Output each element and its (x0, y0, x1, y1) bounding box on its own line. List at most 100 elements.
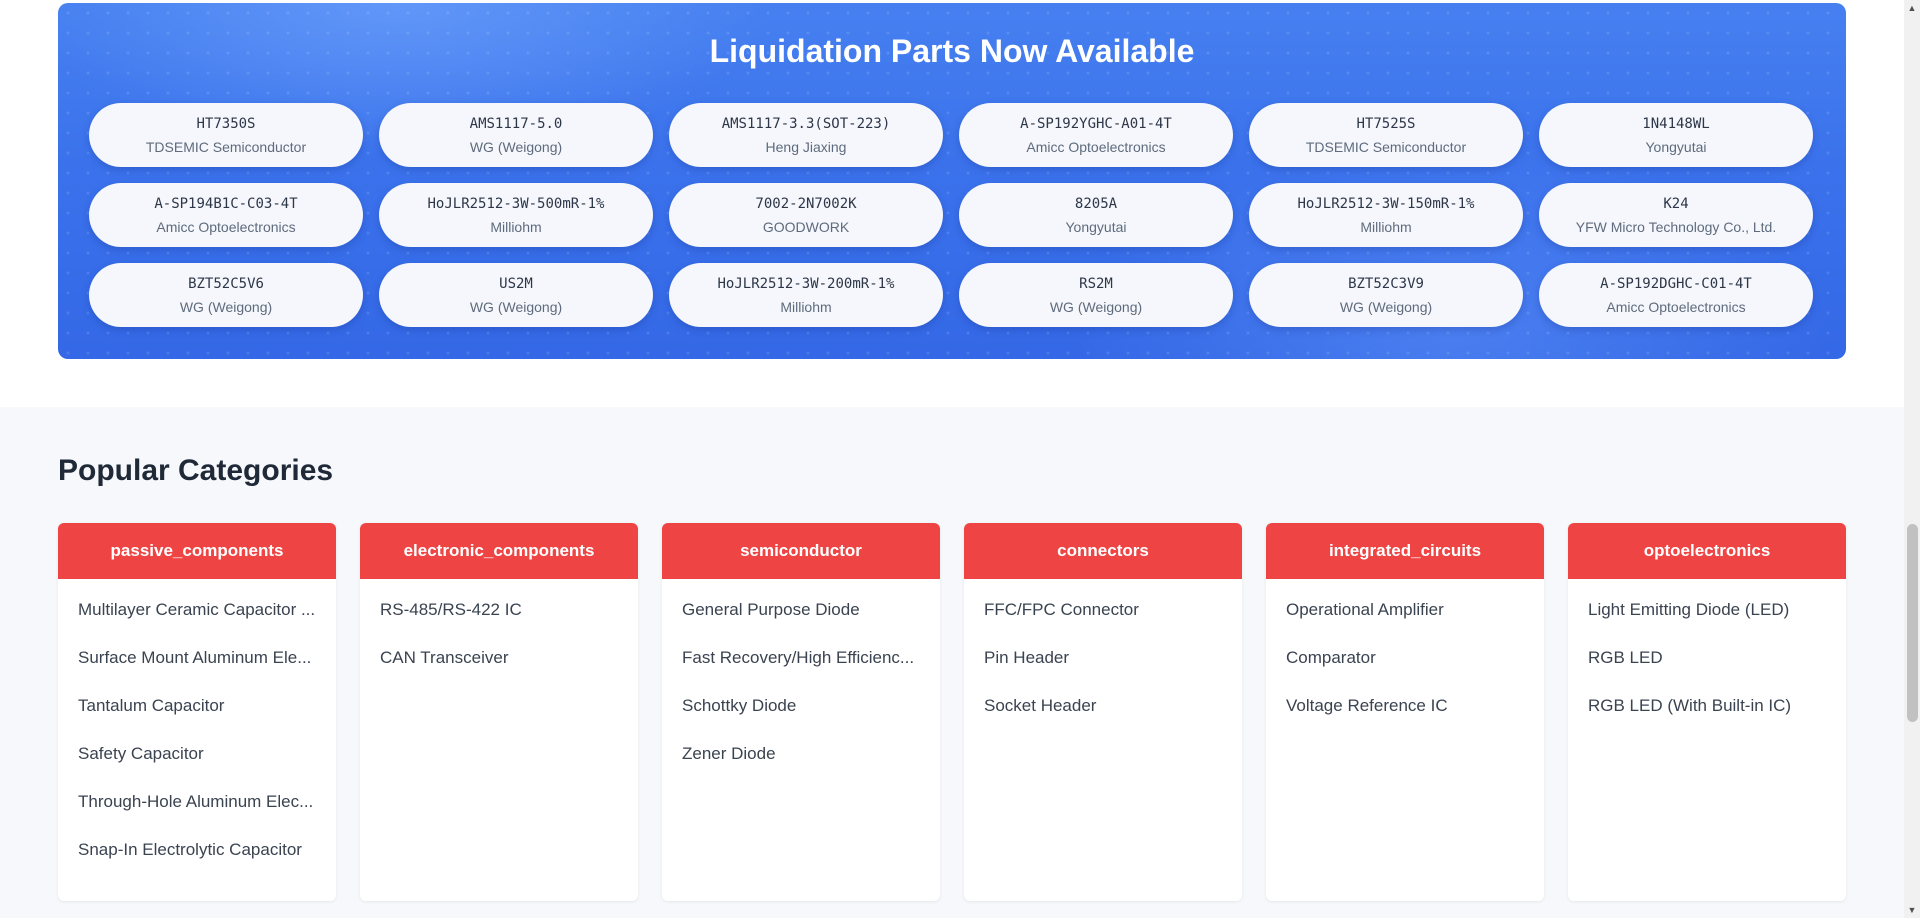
liquidation-part-card[interactable]: 7002-2N7002K GOODWORK (669, 183, 943, 247)
category-header[interactable]: passive_components (58, 523, 336, 579)
category-header[interactable]: integrated_circuits (1266, 523, 1544, 579)
category-card: optoelectronics Light Emitting Diode (LED… (1568, 523, 1846, 901)
liquidation-part-card[interactable]: A-SP192DGHC-C01-4T Amicc Optoelectronics (1539, 263, 1813, 327)
part-number: HoJLR2512-3W-200mR-1% (717, 275, 895, 292)
section-title: Popular Categories (58, 454, 334, 487)
liquidation-part-card[interactable]: 8205A Yongyutai (959, 183, 1233, 247)
part-manufacturer: WG (Weigong) (1339, 298, 1433, 315)
category-item-link[interactable]: FFC/FPC Connector (964, 599, 1242, 621)
liquidation-part-card[interactable]: HT7350S TDSEMIC Semiconductor (89, 103, 363, 167)
part-manufacturer: Amicc Optoelectronics (1026, 138, 1166, 155)
category-item-list: Light Emitting Diode (LED) RGB LED RGB LED… (1568, 579, 1846, 717)
category-item-link[interactable]: General Purpose Diode (662, 599, 940, 621)
scrollbar-thumb[interactable] (1907, 524, 1918, 722)
category-item-link[interactable]: Through-Hole Aluminum Elec... (58, 791, 336, 813)
category-header[interactable]: electronic_components (360, 523, 638, 579)
part-manufacturer: Yongyutai (1065, 218, 1127, 235)
category-item-link[interactable]: RGB LED (1568, 647, 1846, 669)
liquidation-part-card[interactable]: 1N4148WL Yongyutai (1539, 103, 1813, 167)
category-item-link[interactable]: Voltage Reference IC (1266, 695, 1544, 717)
category-item-link[interactable]: Schottky Diode (662, 695, 940, 717)
part-number: HT7525S (1356, 115, 1416, 132)
category-item-link[interactable]: Light Emitting Diode (LED) (1568, 599, 1846, 621)
part-number: A-SP192DGHC-C01-4T (1600, 275, 1752, 292)
popular-categories-section: Popular Categories passive_components Mul… (0, 407, 1904, 918)
part-number: US2M (499, 275, 533, 292)
category-header[interactable]: connectors (964, 523, 1242, 579)
category-item-link[interactable]: Safety Capacitor (58, 743, 336, 765)
liquidation-part-card[interactable]: HoJLR2512-3W-500mR-1% Milliohm (379, 183, 653, 247)
part-manufacturer: Milliohm (1360, 218, 1412, 235)
part-manufacturer: WG (Weigong) (469, 138, 563, 155)
part-manufacturer: Amicc Optoelectronics (1606, 298, 1746, 315)
part-manufacturer: WG (Weigong) (469, 298, 563, 315)
part-number: AMS1117-5.0 (469, 115, 563, 132)
category-item-list: FFC/FPC Connector Pin Header Socket Header (964, 579, 1242, 717)
part-manufacturer: Amicc Optoelectronics (156, 218, 296, 235)
liquidation-part-card[interactable]: US2M WG (Weigong) (379, 263, 653, 327)
liquidation-part-card[interactable]: HT7525S TDSEMIC Semiconductor (1249, 103, 1523, 167)
liquidation-part-card[interactable]: HoJLR2512-3W-200mR-1% Milliohm (669, 263, 943, 327)
category-item-link[interactable]: RGB LED (With Built-in IC) (1568, 695, 1846, 717)
category-item-link[interactable]: CAN Transceiver (360, 647, 638, 669)
part-number: HT7350S (196, 115, 256, 132)
category-card: passive_components Multilayer Ceramic Cap… (58, 523, 336, 901)
scroll-up-icon[interactable]: ▲ (1904, 0, 1920, 16)
liquidation-part-card[interactable]: RS2M WG (Weigong) (959, 263, 1233, 327)
liquidation-part-card[interactable]: BZT52C3V9 WG (Weigong) (1249, 263, 1523, 327)
part-number: K24 (1663, 195, 1689, 212)
category-card: electronic_components RS-485/RS-422 IC CAN… (360, 523, 638, 901)
category-card: connectors FFC/FPC Connector Pin Header Soc… (964, 523, 1242, 901)
liquidation-part-card[interactable]: A-SP194B1C-C03-4T Amicc Optoelectronics (89, 183, 363, 247)
part-manufacturer: WG (Weigong) (179, 298, 273, 315)
part-manufacturer: Milliohm (490, 218, 542, 235)
category-header[interactable]: semiconductor (662, 523, 940, 579)
category-card: semiconductor General Purpose Diode Fast R… (662, 523, 940, 901)
part-manufacturer: Heng Jiaxing (765, 138, 847, 155)
part-number: RS2M (1079, 275, 1113, 292)
liquidation-banner: Liquidation Parts Now Available HT7350S T… (58, 3, 1846, 359)
category-item-list: Multilayer Ceramic Capacitor ... Surface … (58, 579, 336, 861)
part-manufacturer: Yongyutai (1645, 138, 1707, 155)
liquidation-part-card[interactable]: K24 YFW Micro Technology Co., Ltd. (1539, 183, 1813, 247)
category-item-link[interactable]: Pin Header (964, 647, 1242, 669)
liquidation-part-card[interactable]: HoJLR2512-3W-150mR-1% Milliohm (1249, 183, 1523, 247)
category-item-link[interactable]: RS-485/RS-422 IC (360, 599, 638, 621)
liquidation-part-card[interactable]: AMS1117-5.0 WG (Weigong) (379, 103, 653, 167)
liquidation-part-card[interactable]: BZT52C5V6 WG (Weigong) (89, 263, 363, 327)
category-item-list: General Purpose Diode Fast Recovery/High … (662, 579, 940, 765)
category-item-link[interactable]: Fast Recovery/High Efficienc... (662, 647, 940, 669)
category-item-link[interactable]: Operational Amplifier (1266, 599, 1544, 621)
part-number: A-SP194B1C-C03-4T (154, 195, 298, 212)
liquidation-part-card[interactable]: A-SP192YGHC-A01-4T Amicc Optoelectronics (959, 103, 1233, 167)
part-number: A-SP192YGHC-A01-4T (1020, 115, 1172, 132)
part-manufacturer: TDSEMIC Semiconductor (145, 138, 307, 155)
category-card: integrated_circuits Operational Amplifier… (1266, 523, 1544, 901)
category-item-link[interactable]: Comparator (1266, 647, 1544, 669)
part-manufacturer: YFW Micro Technology Co., Ltd. (1575, 218, 1777, 235)
part-number: BZT52C3V9 (1348, 275, 1424, 292)
part-number: AMS1117-3.3(SOT-223) (721, 115, 891, 132)
part-number: BZT52C5V6 (188, 275, 264, 292)
scroll-down-icon[interactable]: ▼ (1904, 902, 1920, 918)
liquidation-part-card[interactable]: AMS1117-3.3(SOT-223) Heng Jiaxing (669, 103, 943, 167)
category-item-link[interactable]: Snap-In Electrolytic Capacitor (58, 839, 336, 861)
category-item-list: Operational Amplifier Comparator Voltage R… (1266, 579, 1544, 717)
part-number: 1N4148WL (1642, 115, 1710, 132)
page-scrollbar[interactable]: ▲ ▼ (1904, 0, 1920, 918)
category-item-link[interactable]: Multilayer Ceramic Capacitor ... (58, 599, 336, 621)
category-item-link[interactable]: Surface Mount Aluminum Ele... (58, 647, 336, 669)
part-number: HoJLR2512-3W-500mR-1% (427, 195, 605, 212)
category-item-link[interactable]: Tantalum Capacitor (58, 695, 336, 717)
part-number: HoJLR2512-3W-150mR-1% (1297, 195, 1475, 212)
part-manufacturer: Milliohm (780, 298, 832, 315)
part-manufacturer: TDSEMIC Semiconductor (1305, 138, 1467, 155)
category-item-list: RS-485/RS-422 IC CAN Transceiver (360, 579, 638, 669)
category-item-link[interactable]: Zener Diode (662, 743, 940, 765)
category-item-link[interactable]: Socket Header (964, 695, 1242, 717)
category-header[interactable]: optoelectronics (1568, 523, 1846, 579)
liquidation-title: Liquidation Parts Now Available (709, 33, 1195, 69)
part-manufacturer: GOODWORK (762, 218, 850, 235)
part-number: 7002-2N7002K (755, 195, 857, 212)
liquidation-parts-grid: HT7350S TDSEMIC Semiconductor AMS1117-5.0 W… (89, 103, 1813, 327)
